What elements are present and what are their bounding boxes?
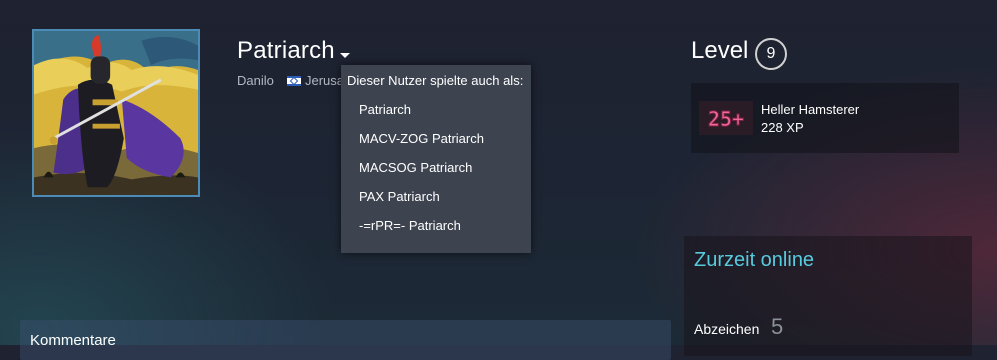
location: Jerusa [305,73,341,88]
badge-icon: 25+ [699,101,753,135]
alias-item[interactable]: Patriarch [359,102,411,117]
badge-icon-text: 25+ [708,107,744,131]
alias-item[interactable]: -=rPR=- Patriarch [359,218,461,233]
level-badge[interactable]: 9 [755,38,787,70]
name-history-popup: Dieser Nutzer spielte auch als: Patriarc… [341,65,531,253]
level-label: Level [691,37,749,64]
online-status: Zurzeit online [694,249,815,271]
badge-xp: 228 XP [761,120,804,135]
alias-item[interactable]: MACV-ZOG Patriarch [359,131,484,146]
persona-name: Patriarch [237,37,335,64]
profile-avatar[interactable] [32,29,200,197]
popup-title: Dieser Nutzer spielte auch als: [347,73,524,88]
comments-panel: Kommentare [20,320,671,360]
chevron-down-icon[interactable] [340,53,350,58]
alias-item[interactable]: MACSOG Patriarch [359,160,472,175]
israel-flag-icon [287,76,301,86]
alias-item[interactable]: PAX Patriarch [359,189,440,204]
online-status-panel: Zurzeit online Abzeichen 5 [684,236,972,356]
featured-badge-card[interactable]: 25+ Heller Hamsterer 228 XP [691,83,959,153]
badge-name: Heller Hamsterer [761,102,860,117]
real-name: Danilo [237,73,274,88]
comments-title: Kommentare [30,332,116,349]
badges-count[interactable]: 5 [771,314,783,340]
badges-link-label[interactable]: Abzeichen [694,321,759,337]
knight-avatar-image [34,31,198,195]
